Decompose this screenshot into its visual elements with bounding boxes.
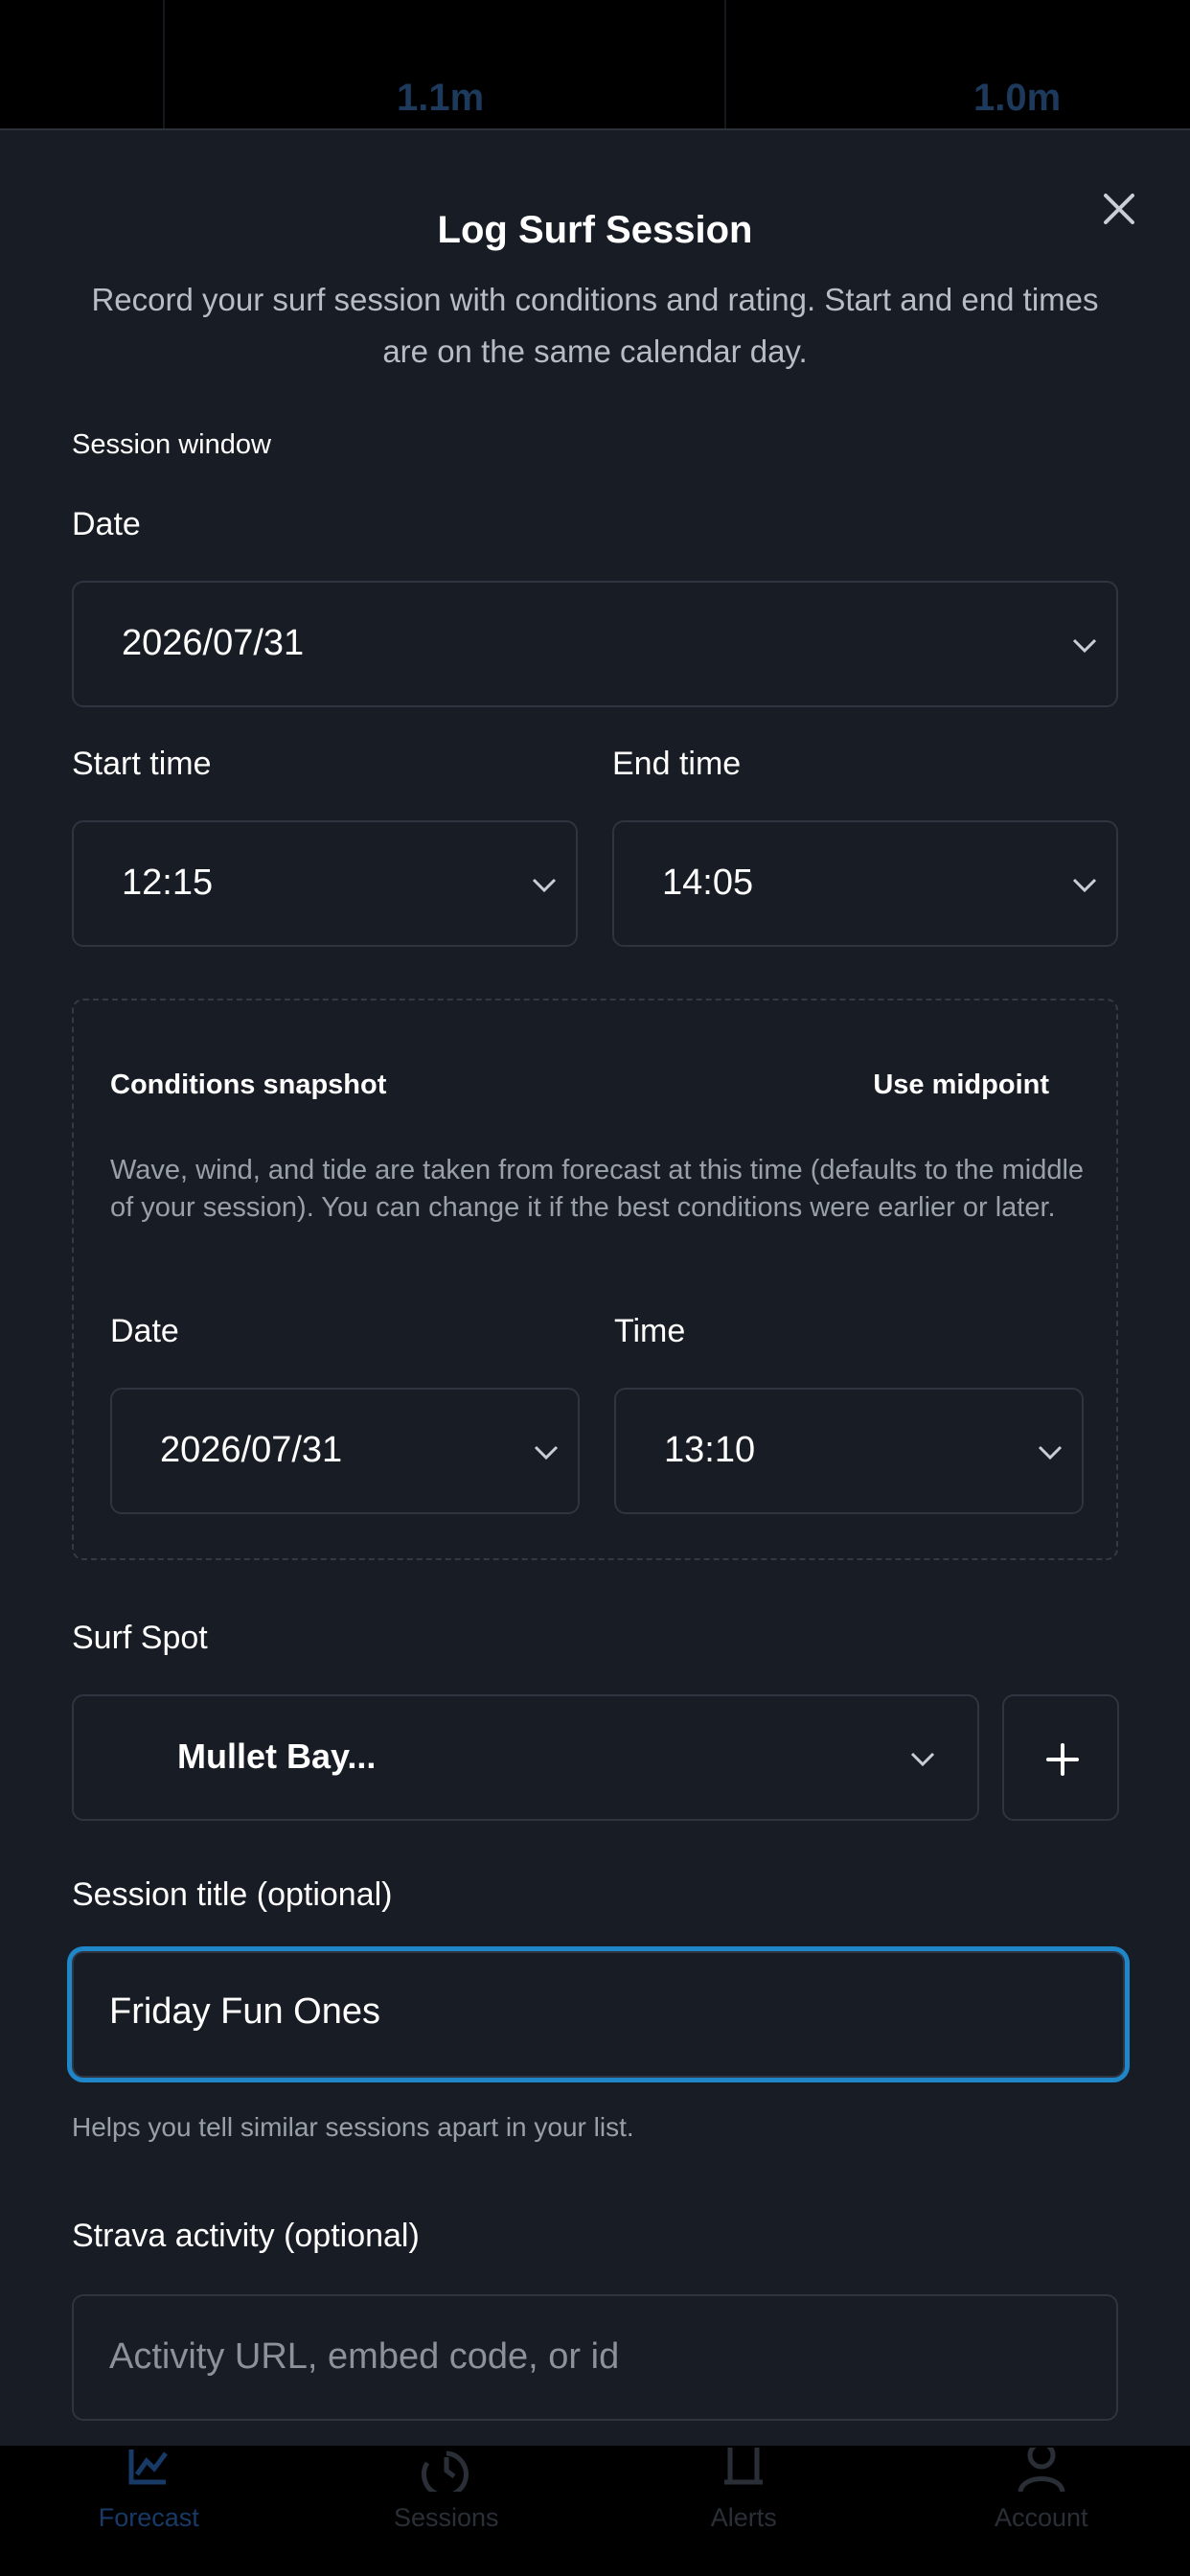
strava-placeholder: Activity URL, embed code, or id — [109, 2336, 620, 2377]
bottom-tab-bar: Forecast Sessions Alerts Account — [0, 2446, 1190, 2576]
surf-spot-select[interactable]: Mullet Bay... — [72, 1694, 979, 1821]
start-time-select[interactable]: 12:15 — [72, 820, 578, 947]
snapshot-description: Wave, wind, and tide are taken from fore… — [110, 1155, 1085, 1223]
surf-spot-value: Mullet Bay... — [177, 1736, 377, 1776]
use-midpoint-button[interactable]: Use midpoint — [873, 1070, 1049, 1101]
app-screen: 1.1m 1.0m Forecast Sessions Alerts Accou… — [0, 0, 1190, 2576]
end-time-label: End time — [612, 746, 742, 782]
snapshot-date-select[interactable]: 2026/07/31 — [110, 1388, 580, 1514]
date-value: 2026/07/31 — [122, 623, 305, 663]
modal-title: Log Surf Session — [437, 209, 753, 251]
snapshot-date-label: Date — [110, 1313, 179, 1349]
session-window-label: Session window — [72, 429, 271, 460]
modal-subtitle: Record your surf session with conditions… — [91, 282, 1099, 369]
tab-alerts[interactable]: Alerts — [595, 2446, 893, 2576]
wave-height-value: 1.1m — [397, 77, 485, 119]
wave-height-value: 1.0m — [973, 77, 1062, 119]
tab-label: Sessions — [393, 2503, 499, 2532]
date-label: Date — [72, 506, 141, 542]
tab-forecast[interactable]: Forecast — [0, 2446, 298, 2576]
chevron-down-icon — [1072, 878, 1097, 893]
chevron-down-icon — [1038, 1445, 1063, 1460]
session-title-helper: Helps you tell similar sessions apart in… — [72, 2112, 634, 2142]
surf-spot-label: Surf Spot — [72, 1620, 208, 1656]
log-session-modal: Log Surf Session Record your surf sessio… — [0, 128, 1190, 2446]
bell-icon — [724, 2448, 764, 2485]
forecast-column-divider — [724, 0, 726, 130]
tab-label: Forecast — [98, 2503, 199, 2532]
plus-icon — [1046, 1743, 1079, 1776]
snapshot-time-select[interactable]: 13:10 — [614, 1388, 1084, 1514]
tab-label: Account — [994, 2503, 1088, 2532]
chevron-down-icon — [910, 1752, 935, 1767]
history-icon — [421, 2450, 469, 2492]
date-select[interactable]: 2026/07/31 — [72, 581, 1118, 707]
forecast-column-divider — [163, 0, 165, 130]
snapshot-title: Conditions snapshot — [110, 1070, 387, 1100]
end-time-value: 14:05 — [662, 862, 754, 903]
session-title-input[interactable]: Friday Fun Ones — [72, 1951, 1125, 2078]
tab-label: Alerts — [710, 2503, 777, 2532]
end-time-select[interactable]: 14:05 — [612, 820, 1118, 947]
start-time-label: Start time — [72, 746, 212, 782]
conditions-snapshot-panel: Conditions snapshot Use midpoint Wave, w… — [72, 999, 1118, 1560]
chevron-down-icon — [1072, 638, 1097, 654]
strava-activity-input[interactable]: Activity URL, embed code, or id — [72, 2294, 1118, 2421]
add-spot-button[interactable] — [1002, 1694, 1119, 1821]
user-icon — [1018, 2448, 1065, 2492]
start-time-value: 12:15 — [122, 862, 214, 903]
chevron-down-icon — [534, 1445, 559, 1460]
snapshot-date-value: 2026/07/31 — [160, 1430, 343, 1470]
chevron-down-icon — [532, 878, 557, 893]
tab-sessions[interactable]: Sessions — [298, 2446, 596, 2576]
snapshot-time-label: Time — [614, 1313, 686, 1349]
strava-label: Strava activity (optional) — [72, 2218, 420, 2254]
session-title-label: Session title (optional) — [72, 1876, 393, 1913]
close-icon — [1104, 194, 1134, 224]
forecast-background: 1.1m 1.0m — [0, 0, 1190, 130]
close-button[interactable] — [1098, 188, 1140, 230]
snapshot-time-value: 13:10 — [664, 1430, 756, 1470]
chart-icon — [128, 2450, 169, 2485]
tab-account[interactable]: Account — [893, 2446, 1190, 2576]
